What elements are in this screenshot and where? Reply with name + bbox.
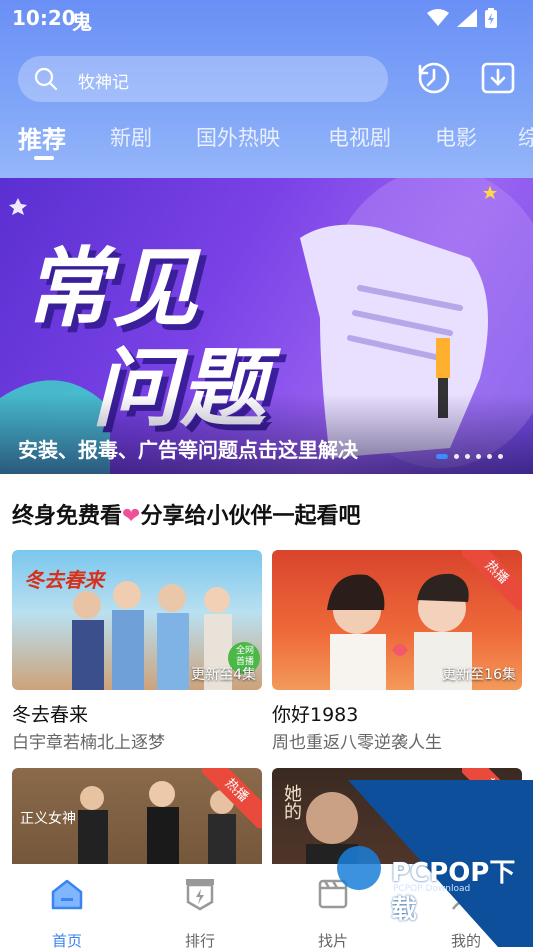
history-icon[interactable] xyxy=(416,60,452,96)
hot-label: 热播 xyxy=(462,550,522,610)
poster-title: 她的 xyxy=(281,784,302,820)
pagination-dot[interactable] xyxy=(487,454,492,459)
tab-tv-series[interactable]: 电视剧 xyxy=(328,122,391,152)
pagination-dot[interactable] xyxy=(436,454,448,459)
search-bar[interactable]: 牧神记 xyxy=(18,56,388,102)
watermark-sub: PCPOP Download xyxy=(393,884,471,894)
rank-icon xyxy=(186,879,214,911)
hero-banner[interactable]: 常见 问题 安装、报毒、广告等问题点击这里解决 xyxy=(0,178,533,474)
tab-foreign-hits[interactable]: 国外热映 xyxy=(196,122,280,152)
episode-badge: 更新至16集 xyxy=(442,667,516,683)
hot-ribbon: 热播 xyxy=(202,768,262,828)
episode-badge: 更新至4集 xyxy=(191,667,256,683)
video-title[interactable]: 你好1983 xyxy=(272,700,358,727)
hot-label: 热播 xyxy=(202,768,262,828)
hot-ribbon: 热播 xyxy=(462,550,522,610)
section-title-part1: 终身免费看 xyxy=(12,504,123,529)
nav-home[interactable]: 首页 xyxy=(27,876,107,951)
download-icon[interactable] xyxy=(480,60,516,96)
tab-movies[interactable]: 电影 xyxy=(435,122,477,152)
search-placeholder: 牧神记 xyxy=(78,73,129,93)
nav-rank-label: 排行 xyxy=(184,932,215,950)
banner-caption: 安装、报毒、广告等问题点击这里解决 xyxy=(18,438,358,462)
header: 10:20 鬼 牧神记 推荐 新剧 国外热映 电视剧 电影 综 xyxy=(0,0,533,178)
banner-pagination xyxy=(436,454,503,459)
tab-variety[interactable]: 综 xyxy=(518,122,533,152)
active-tab-indicator xyxy=(34,156,54,160)
notification-icon: 鬼 xyxy=(72,10,92,34)
poster-title: 正义女神 xyxy=(20,811,76,827)
wifi-icon xyxy=(427,9,449,26)
signal-icon xyxy=(457,9,477,27)
watermark: PCPOP下载 PCPOP Download xyxy=(333,780,533,947)
poster-title: 冬去春来 xyxy=(24,568,104,592)
category-tabs: 推荐 新剧 国外热映 电视剧 电影 综 xyxy=(0,118,533,166)
status-time: 10:20 xyxy=(12,6,76,30)
home-icon xyxy=(51,879,83,910)
tab-recommend[interactable]: 推荐 xyxy=(18,120,66,155)
nav-rank[interactable]: 排行 xyxy=(160,876,240,951)
pagination-dot[interactable] xyxy=(476,454,481,459)
heart-icon: ❤ xyxy=(122,504,141,529)
pagination-dot[interactable] xyxy=(465,454,470,459)
section-title: 终身免费看❤分享给小伙伴一起看吧 xyxy=(12,498,360,530)
status-bar: 10:20 鬼 xyxy=(0,0,533,36)
video-description: 周也重返八零逆袭人生 xyxy=(272,733,442,753)
status-icons xyxy=(427,8,497,28)
video-poster[interactable]: 热播 更新至16集 xyxy=(272,550,522,690)
video-poster[interactable]: 冬去春来 全网首播 更新至4集 xyxy=(12,550,262,690)
battery-icon xyxy=(485,8,497,28)
section-title-part2: 分享给小伙伴一起看吧 xyxy=(140,504,361,529)
tab-new-drama[interactable]: 新剧 xyxy=(110,122,152,152)
video-title[interactable]: 冬去春来 xyxy=(12,700,88,727)
search-icon xyxy=(34,67,58,91)
nav-home-label: 首页 xyxy=(51,932,82,950)
video-description: 白宇章若楠北上逐梦 xyxy=(12,733,165,753)
pagination-dot[interactable] xyxy=(498,454,503,459)
pagination-dot[interactable] xyxy=(454,454,459,459)
